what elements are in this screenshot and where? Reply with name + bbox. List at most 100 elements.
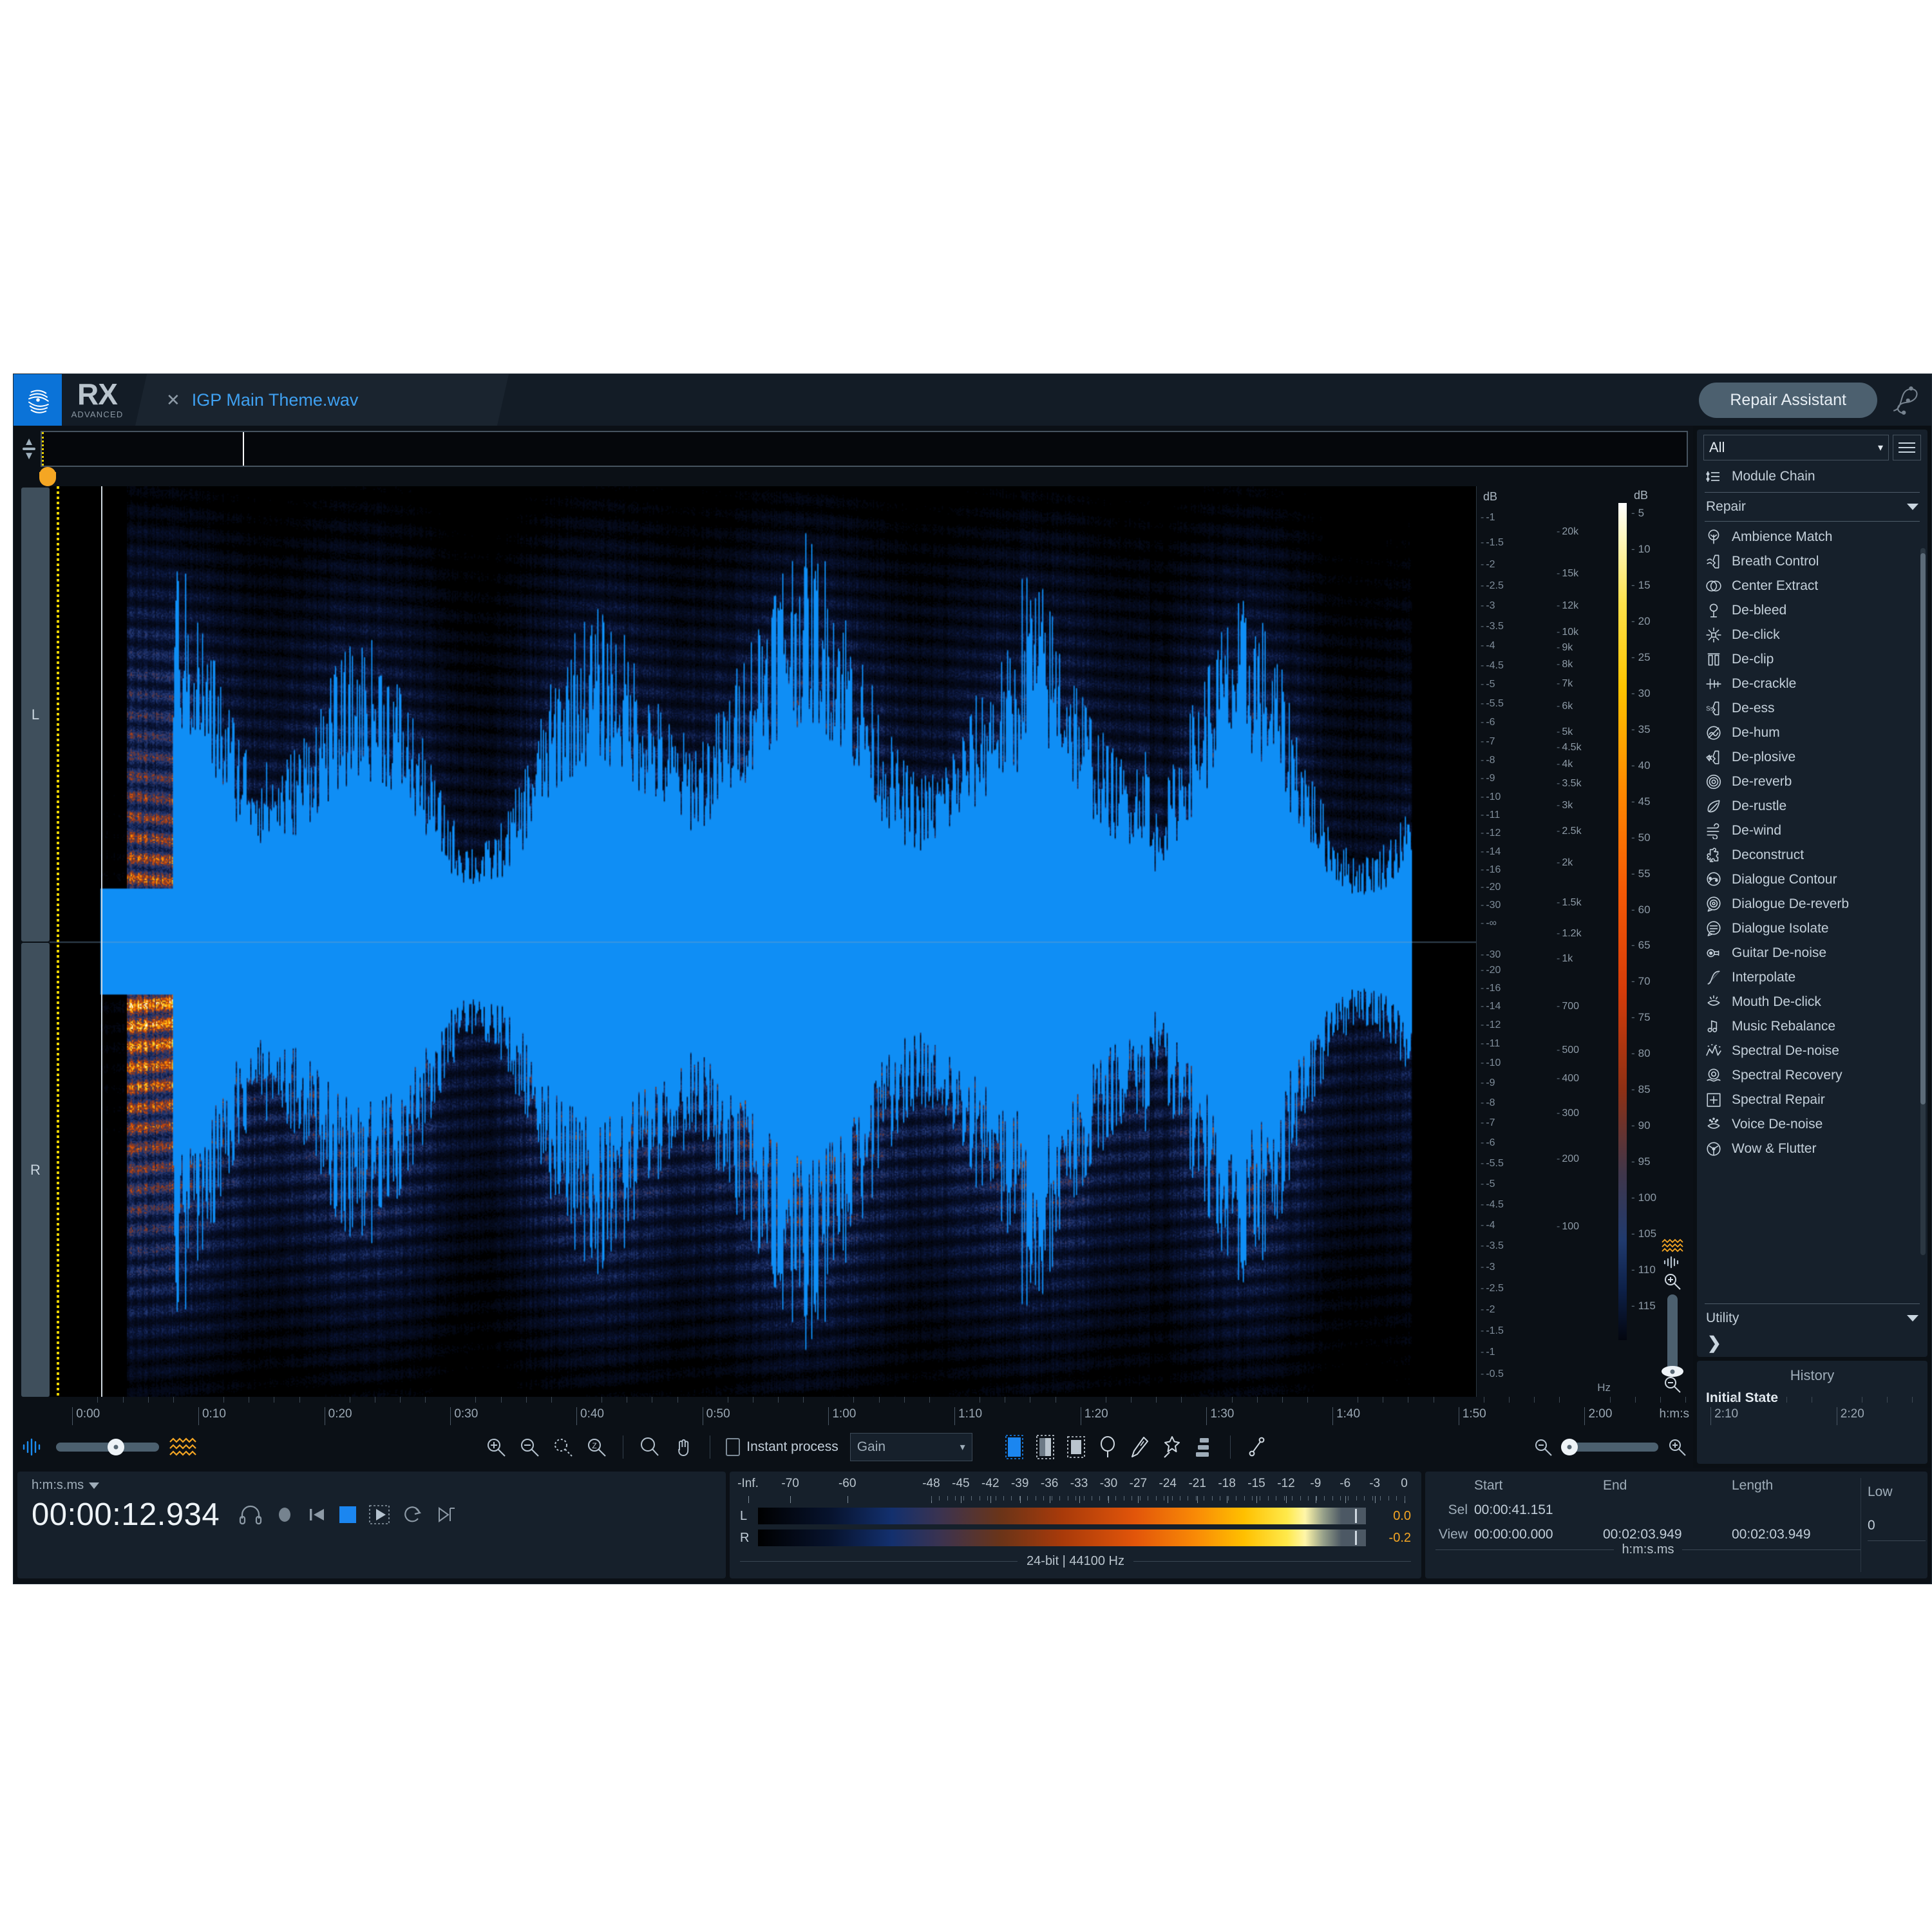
chevron-down-icon[interactable] (89, 1482, 99, 1489)
selection-view-end[interactable]: 00:02:03.949 (1603, 1527, 1732, 1542)
module-item-center-extract[interactable]: Center Extract (1697, 574, 1927, 598)
module-item-de-hum[interactable]: De-hum (1697, 721, 1927, 745)
playhead-cursor-line[interactable] (101, 486, 102, 1397)
playhead-marker-icon[interactable] (39, 472, 56, 486)
module-item-de-crackle[interactable]: De-crackle (1697, 672, 1927, 696)
time-ruler[interactable]: h:m:s 0:000:100:200:300:400:501:001:101:… (14, 1397, 1693, 1426)
module-item-de-reverb[interactable]: De-reverb (1697, 770, 1927, 794)
lasso-selection-icon[interactable] (1097, 1435, 1118, 1459)
module-item-voice-de-noise[interactable]: Voice De-noise (1697, 1112, 1927, 1137)
zoom-to-selection-icon[interactable] (552, 1436, 574, 1458)
zoom-out-icon[interactable] (1533, 1437, 1553, 1457)
skip-end-icon[interactable] (436, 1505, 457, 1524)
module-item-de-bleed[interactable]: De-bleed (1697, 598, 1927, 623)
channel-label-right[interactable]: R (21, 943, 50, 1397)
overview-waveform[interactable] (41, 431, 1688, 467)
module-list[interactable]: Ambience MatchBreath ControlCenter Extra… (1697, 525, 1927, 1300)
module-item-interpolate[interactable]: Interpolate (1697, 965, 1927, 990)
module-item-dialogue-de-reverb[interactable]: Dialogue De-reverb (1697, 892, 1927, 916)
module-item-de-plosive[interactable]: De-plosive (1697, 745, 1927, 770)
freq-view-low[interactable]: 0 (1868, 1518, 1932, 1533)
pen-tool-icon[interactable] (1246, 1435, 1267, 1459)
zoom-in-icon[interactable] (1667, 1437, 1687, 1457)
module-group-repair[interactable]: Repair (1697, 496, 1927, 518)
record-icon[interactable] (275, 1505, 294, 1524)
time-format-selector[interactable]: h:m:s.ms (32, 1478, 712, 1493)
module-item-de-rustle[interactable]: De-rustle (1697, 794, 1927, 819)
chevron-down-icon[interactable] (1907, 504, 1918, 510)
chevron-up-icon[interactable]: ▲ (24, 439, 35, 445)
assistant-knot-icon[interactable] (1886, 381, 1925, 419)
spectrogram-render[interactable] (50, 486, 1476, 1397)
channel-label-left[interactable]: L (21, 488, 50, 942)
scrollbar-thumb[interactable] (1920, 553, 1926, 1104)
frequency-selection-icon[interactable] (1036, 1435, 1055, 1459)
chevron-down-icon[interactable] (1907, 1315, 1918, 1321)
file-tab[interactable]: ✕ IGP Main Theme.wav (135, 374, 509, 426)
time-selection-icon[interactable] (1005, 1435, 1024, 1459)
module-filter-select[interactable]: All ▾ (1703, 435, 1889, 460)
close-icon[interactable]: ✕ (166, 392, 180, 408)
repair-assistant-button[interactable]: Repair Assistant (1699, 383, 1877, 418)
zoom-out-icon[interactable] (518, 1436, 540, 1458)
module-item-mouth-de-click[interactable]: Mouth De-click (1697, 990, 1927, 1014)
magic-wand-selection-icon[interactable] (1162, 1435, 1182, 1459)
module-item-deconstruct[interactable]: Deconstruct (1697, 843, 1927, 867)
instant-process-row[interactable]: Instant process (726, 1438, 838, 1456)
module-item-dialogue-contour[interactable]: Dialogue Contour (1697, 867, 1927, 892)
overview-selection-region[interactable] (42, 432, 244, 466)
selection-view-length[interactable]: 00:02:03.949 (1732, 1527, 1861, 1542)
harmonic-selection-icon[interactable] (1194, 1435, 1215, 1459)
zoom-in-icon[interactable] (1663, 1272, 1682, 1291)
module-item-de-ess[interactable]: SsDe-ess (1697, 696, 1927, 721)
spectrogram-display-icon[interactable] (168, 1436, 196, 1458)
process-mode-select[interactable]: Gain ▾ (850, 1433, 972, 1461)
hand-tool-icon[interactable] (672, 1436, 694, 1458)
expand-panel-button[interactable]: ❯ (1697, 1329, 1927, 1357)
module-group-utility[interactable]: Utility (1697, 1307, 1927, 1329)
chevron-down-icon[interactable]: ▾ (960, 1441, 965, 1454)
selection-sel-length[interactable] (1732, 1502, 1861, 1518)
brush-selection-icon[interactable] (1130, 1435, 1150, 1459)
magnifier-tool-icon[interactable] (639, 1436, 661, 1458)
play-icon[interactable] (369, 1504, 390, 1525)
module-item-spectral-recovery[interactable]: Spectral Recovery (1697, 1063, 1927, 1088)
display-blend-slider[interactable] (56, 1443, 159, 1452)
module-item-ambience-match[interactable]: Ambience Match (1697, 525, 1927, 549)
module-item-music-rebalance[interactable]: Music Rebalance (1697, 1014, 1927, 1039)
module-item-de-click[interactable]: De-click (1697, 623, 1927, 647)
overview-zoom-arrows[interactable]: ▲ ▼ (17, 439, 41, 459)
zoom-reset-icon[interactable]: Z (585, 1436, 607, 1458)
module-item-wow-flutter[interactable]: Wow & Flutter (1697, 1137, 1927, 1161)
selection-sel-end[interactable] (1603, 1502, 1732, 1518)
horizontal-zoom-slider[interactable] (1562, 1443, 1658, 1452)
module-item-dialogue-isolate[interactable]: Dialogue Isolate (1697, 916, 1927, 941)
module-item-spectral-repair[interactable]: Spectral Repair (1697, 1088, 1927, 1112)
selection-view-start[interactable]: 00:00:00.000 (1474, 1527, 1603, 1542)
stop-icon[interactable] (339, 1506, 356, 1523)
slider-knob[interactable] (1561, 1439, 1578, 1455)
instant-process-checkbox[interactable] (726, 1438, 740, 1456)
module-chain-item[interactable]: Module Chain (1697, 464, 1927, 489)
chevron-down-icon[interactable]: ▾ (1878, 441, 1883, 454)
skip-start-icon[interactable] (307, 1505, 327, 1524)
slider-knob[interactable] (108, 1439, 124, 1455)
module-list-scrollbar[interactable] (1920, 548, 1926, 1255)
module-item-spectral-de-noise[interactable]: Spectral De-noise (1697, 1039, 1927, 1063)
modules-menu-button[interactable] (1893, 435, 1921, 460)
spectrogram-view-icon[interactable] (1661, 1238, 1684, 1253)
spectrogram-canvas[interactable] (50, 486, 1477, 1397)
module-item-breath-control[interactable]: Breath Control (1697, 549, 1927, 574)
chevron-down-icon[interactable]: ▼ (24, 453, 35, 459)
module-item-guitar-de-noise[interactable]: Guitar De-noise (1697, 941, 1927, 965)
module-item-de-clip[interactable]: De-clip (1697, 647, 1927, 672)
selection-sel-start[interactable]: 00:00:41.151 (1474, 1502, 1603, 1518)
headphones-icon[interactable] (239, 1504, 262, 1525)
module-item-de-wind[interactable]: De-wind (1697, 819, 1927, 843)
zoom-out-icon[interactable] (1663, 1375, 1682, 1394)
slider-knob[interactable] (1662, 1366, 1683, 1377)
selection-start-marker[interactable] (57, 486, 59, 1397)
rectangle-selection-icon[interactable] (1066, 1435, 1086, 1459)
waveform-display-icon[interactable] (20, 1437, 47, 1457)
waveform-view-icon[interactable] (1661, 1256, 1684, 1269)
